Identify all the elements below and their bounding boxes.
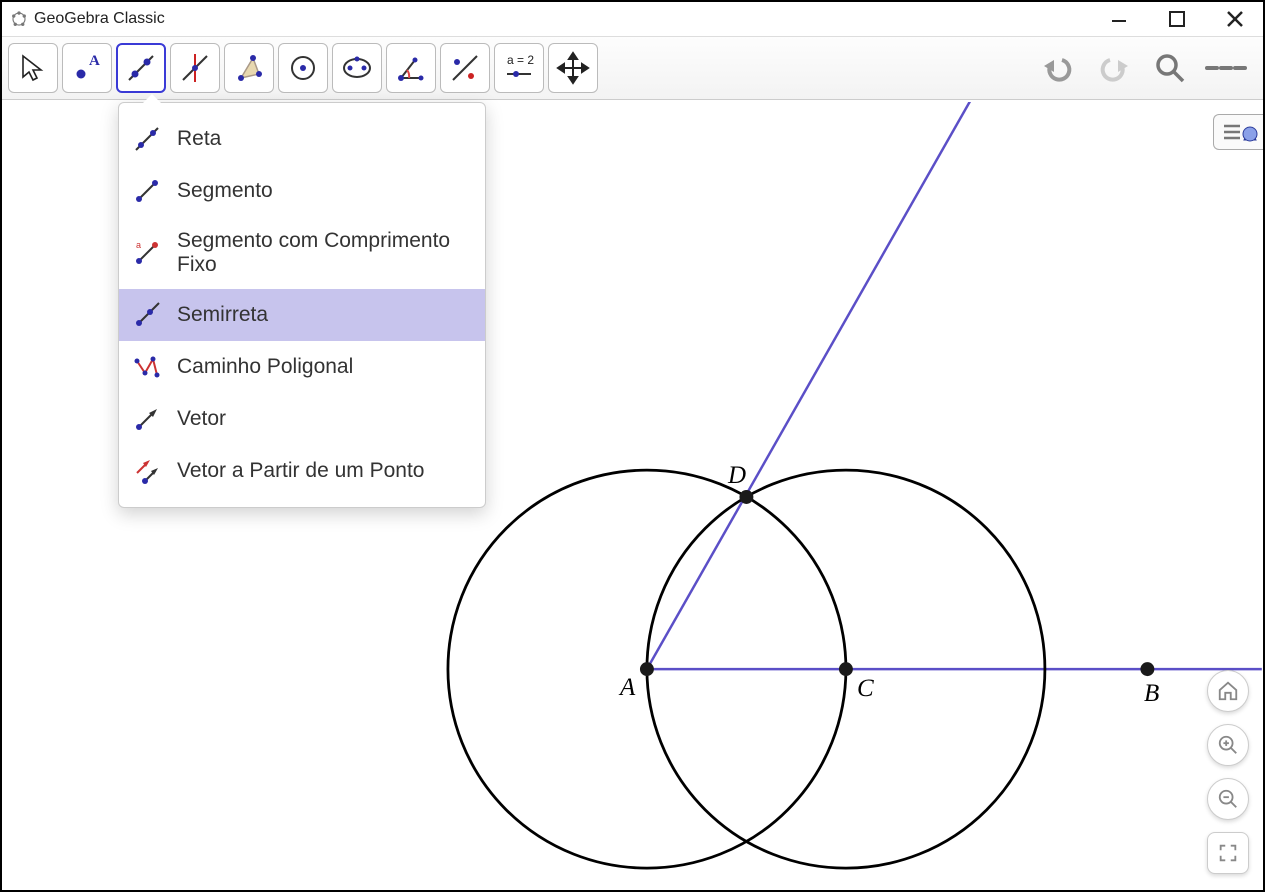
vector-from-point-icon — [133, 457, 161, 485]
window-controls — [1099, 4, 1255, 34]
fullscreen-button[interactable] — [1207, 832, 1249, 874]
svg-text:A: A — [89, 53, 100, 69]
polyline-icon — [133, 353, 161, 381]
polygon-tool[interactable] — [224, 43, 274, 93]
perpendicular-tool[interactable] — [170, 43, 220, 93]
search-button[interactable] — [1149, 47, 1191, 89]
views-toggle[interactable] — [1213, 114, 1263, 150]
toolbar-right — [1037, 47, 1257, 89]
line-tool[interactable] — [116, 43, 166, 93]
dropdown-item-segmento-fixo[interactable]: a Segmento com Comprimento Fixo — [119, 217, 485, 289]
label-A: A — [620, 674, 635, 702]
dropdown-label: Segmento — [177, 179, 273, 203]
titlebar: GeoGebra Classic — [2, 2, 1263, 36]
label-C: C — [857, 675, 874, 703]
reflect-tool[interactable] — [440, 43, 490, 93]
app-title: GeoGebra Classic — [34, 10, 165, 28]
line-icon — [133, 125, 161, 153]
close-button[interactable] — [1215, 4, 1255, 34]
dropdown-label: Reta — [177, 127, 221, 151]
graphics-nav — [1207, 670, 1249, 874]
point-C[interactable] — [839, 662, 853, 676]
undo-button[interactable] — [1037, 47, 1079, 89]
zoom-out-button[interactable] — [1207, 778, 1249, 820]
dropdown-item-segmento[interactable]: Segmento — [119, 165, 485, 217]
dropdown-label: Semirreta — [177, 303, 268, 327]
dropdown-item-reta[interactable]: Reta — [119, 113, 485, 165]
segment-fixed-icon: a — [133, 239, 161, 267]
dropdown-item-polyline[interactable]: Caminho Poligonal — [119, 341, 485, 393]
move-view-tool[interactable] — [548, 43, 598, 93]
point-tool[interactable]: A — [62, 43, 112, 93]
angle-tool[interactable] — [386, 43, 436, 93]
label-B: B — [1144, 680, 1159, 708]
svg-text:a = 2: a = 2 — [507, 53, 534, 67]
ray-AD[interactable] — [647, 102, 975, 669]
line-tool-dropdown: Reta Segmento a Segmento com Comprimento… — [118, 102, 486, 508]
dropdown-label: Caminho Poligonal — [177, 355, 353, 379]
dropdown-label: Vetor — [177, 407, 226, 431]
maximize-button[interactable] — [1157, 4, 1197, 34]
vector-icon — [133, 405, 161, 433]
zoom-in-button[interactable] — [1207, 724, 1249, 766]
minimize-button[interactable] — [1099, 4, 1139, 34]
redo-button[interactable] — [1093, 47, 1135, 89]
toolbar: A a = 2 — [2, 36, 1263, 100]
slider-tool[interactable]: a = 2 — [494, 43, 544, 93]
home-view-button[interactable] — [1207, 670, 1249, 712]
ellipse-tool[interactable] — [332, 43, 382, 93]
dropdown-item-semirreta[interactable]: Semirreta — [119, 289, 485, 341]
move-tool[interactable] — [8, 43, 58, 93]
circle-tool[interactable] — [278, 43, 328, 93]
dropdown-item-vetor-ponto[interactable]: Vetor a Partir de um Ponto — [119, 445, 485, 497]
ray-icon — [133, 301, 161, 329]
menu-button[interactable] — [1205, 47, 1247, 89]
point-D[interactable] — [739, 490, 753, 504]
label-D: D — [728, 462, 746, 490]
point-B[interactable] — [1140, 662, 1154, 676]
app-logo-icon — [10, 10, 28, 28]
dropdown-item-vetor[interactable]: Vetor — [119, 393, 485, 445]
point-A[interactable] — [640, 662, 654, 676]
svg-text:a: a — [136, 240, 141, 250]
segment-icon — [133, 177, 161, 205]
dropdown-label: Vetor a Partir de um Ponto — [177, 459, 424, 483]
dropdown-label: Segmento com Comprimento Fixo — [177, 229, 471, 277]
